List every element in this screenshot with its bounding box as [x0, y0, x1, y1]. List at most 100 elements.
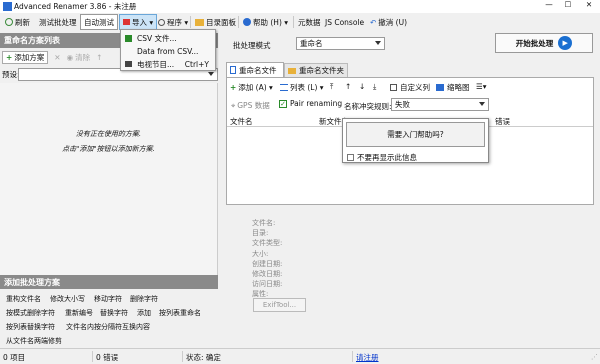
col-filename[interactable]: 文件名: [230, 116, 253, 127]
refresh-button[interactable]: 刷新: [2, 14, 33, 30]
method-list-area: 没有正在使用的方案. 点击"添加"按钮以添加新方案.: [0, 83, 218, 275]
empty-message-line1: 没有正在使用的方案.: [75, 130, 142, 138]
list-menu-button[interactable]: 列表 (L) ▾: [280, 82, 324, 93]
info-accessed: 访问日期:: [252, 280, 283, 289]
auto-test-button[interactable]: 自动测试: [80, 14, 118, 30]
conflict-rule-select[interactable]: 失败: [391, 98, 489, 111]
status-divider: [92, 351, 93, 362]
preset-label: 预设:: [2, 69, 20, 79]
eye-icon: ◉: [66, 52, 74, 62]
folder-icon: [288, 67, 296, 74]
refresh-icon: [5, 18, 13, 26]
gps-data-toggle[interactable]: ⌖ GPS 数据: [231, 100, 270, 111]
empty-message-line2: 点击"添加"按钮以添加新方案.: [62, 145, 155, 153]
status-errors: 0 错误: [96, 353, 119, 362]
app-icon: [3, 2, 12, 11]
method-link-replace[interactable]: 替换字符: [100, 308, 128, 318]
plus-icon: +: [230, 83, 237, 92]
remove-icon[interactable]: ✕: [54, 53, 60, 62]
menu-item-csv-file[interactable]: CSV 文件...: [121, 32, 215, 44]
status-divider: [352, 351, 353, 362]
dont-show-again-checkbox[interactable]: 不要再显示此信息: [347, 152, 417, 163]
window-title: Advanced Renamer 3.86 - 未注册: [14, 2, 137, 11]
info-filetype: 文件类型:: [252, 239, 283, 248]
view-menu-icon[interactable]: ☰▾: [476, 82, 487, 91]
method-link-move[interactable]: 移动字符: [94, 294, 122, 304]
dir-panel-button[interactable]: 目录面板: [192, 14, 239, 30]
move-bottom-icon[interactable]: ⤓: [373, 82, 376, 92]
import-menu-button[interactable]: 导入 ▾: [119, 14, 158, 30]
move-down-icon[interactable]: ↓: [359, 82, 365, 91]
resize-grip-icon[interactable]: ⋰: [591, 353, 598, 361]
chevron-down-icon: ▾: [281, 17, 289, 27]
list-icon: [280, 84, 288, 91]
getting-started-button[interactable]: 需要入门帮助吗?: [346, 122, 485, 147]
custom-columns-button[interactable]: 自定义列: [390, 82, 430, 93]
chevron-down-icon: ▾: [182, 17, 189, 27]
file-icon: [230, 66, 236, 74]
col-error[interactable]: 错误: [495, 116, 510, 127]
method-link-add[interactable]: 添加: [137, 308, 151, 318]
status-bar: 0 项目 0 错误 状态: 确定 请注册 ⋰: [0, 348, 600, 364]
csv-icon: [125, 34, 132, 42]
chevron-down-icon: ▾: [266, 83, 273, 92]
tab-rename-files[interactable]: 重命名文件: [226, 62, 284, 77]
info-directory: 目录:: [252, 229, 269, 238]
clear-button[interactable]: ◉ 清除: [67, 52, 91, 63]
chevron-down-icon: [479, 102, 485, 106]
js-console-button[interactable]: JS Console: [322, 14, 367, 30]
info-created: 创建日期:: [252, 259, 283, 268]
method-link-renumber[interactable]: 重新编号: [65, 308, 93, 318]
method-link-list-replace[interactable]: 按列表替换字符: [6, 322, 55, 332]
checkbox-icon: [347, 154, 354, 161]
info-filename: 文件名:: [252, 219, 276, 227]
toolbar-divider: [190, 16, 191, 28]
pair-renaming-checkbox[interactable]: ✓ Pair renaming: [279, 99, 342, 108]
move-up-icon[interactable]: ↑: [345, 82, 351, 91]
file-info-panel: 文件名: 目录: 文件类型: 大小: 创建日期: 修改日期: 访问日期: 属性:: [252, 218, 282, 300]
info-size: 大小:: [252, 249, 269, 258]
thumbnail-button[interactable]: 缩略图: [436, 82, 470, 93]
start-batch-button[interactable]: 开始批处理 ▶: [495, 33, 593, 53]
add-files-button[interactable]: + 添加 (A) ▾: [230, 82, 273, 93]
move-top-icon[interactable]: ⤒: [330, 82, 333, 92]
method-link-rebuild[interactable]: 重构文件名: [6, 294, 41, 304]
metadata-button[interactable]: 元数据: [295, 14, 324, 30]
import-icon: [123, 19, 130, 25]
checkbox-checked-icon: ✓: [279, 99, 287, 108]
method-link-trim[interactable]: 从文件名两端修剪: [6, 336, 62, 346]
method-link-case[interactable]: 修改大小写: [50, 294, 85, 304]
close-button[interactable]: ✕: [582, 0, 596, 9]
method-link-swap[interactable]: 文件名内按分隔符互换内容: [66, 322, 150, 332]
help-menu-button[interactable]: 帮助 (H) ▾: [240, 14, 291, 30]
gps-icon: ⌖: [231, 100, 236, 110]
menu-item-data-from-csv[interactable]: Data from CSV...: [121, 45, 215, 57]
undo-button[interactable]: ↶ 撤消 (U): [367, 14, 410, 30]
program-menu-button[interactable]: 程序 ▾: [155, 14, 191, 30]
test-batch-button[interactable]: 测试批处理: [36, 14, 80, 30]
move-up-icon[interactable]: ↑: [96, 53, 102, 62]
title-bar: Advanced Renamer 3.86 - 未注册 — ☐ ✕: [0, 0, 600, 13]
status-items: 0 项目: [3, 353, 26, 362]
register-link[interactable]: 请注册: [356, 352, 379, 363]
tv-icon: [125, 61, 132, 67]
batch-mode-label: 批处理模式: [233, 41, 271, 50]
tab-rename-folders[interactable]: 重命名文件夹: [284, 63, 348, 77]
chevron-down-icon: [208, 72, 214, 76]
exiftool-button[interactable]: ExifTool...: [253, 298, 306, 312]
minimize-button[interactable]: —: [542, 0, 556, 9]
batch-mode-select[interactable]: 重命名: [296, 37, 385, 50]
maximize-button[interactable]: ☐: [561, 0, 575, 9]
method-link-remove[interactable]: 删除字符: [130, 294, 158, 304]
method-link-list-rename[interactable]: 按列表重命名: [159, 308, 201, 318]
menu-item-tv-show[interactable]: 电视节目... Ctrl+Y: [121, 58, 215, 70]
program-icon: [158, 18, 165, 26]
method-link-remove-pattern[interactable]: 按模式删除字符: [6, 308, 55, 318]
chevron-down-icon: [375, 41, 381, 45]
chevron-down-icon: ▾: [317, 83, 324, 92]
play-icon: ▶: [558, 36, 573, 50]
folder-icon: [195, 18, 204, 26]
status-divider: [182, 351, 183, 362]
add-method-button[interactable]: + 添加方案: [2, 50, 49, 64]
help-icon: [243, 18, 251, 26]
